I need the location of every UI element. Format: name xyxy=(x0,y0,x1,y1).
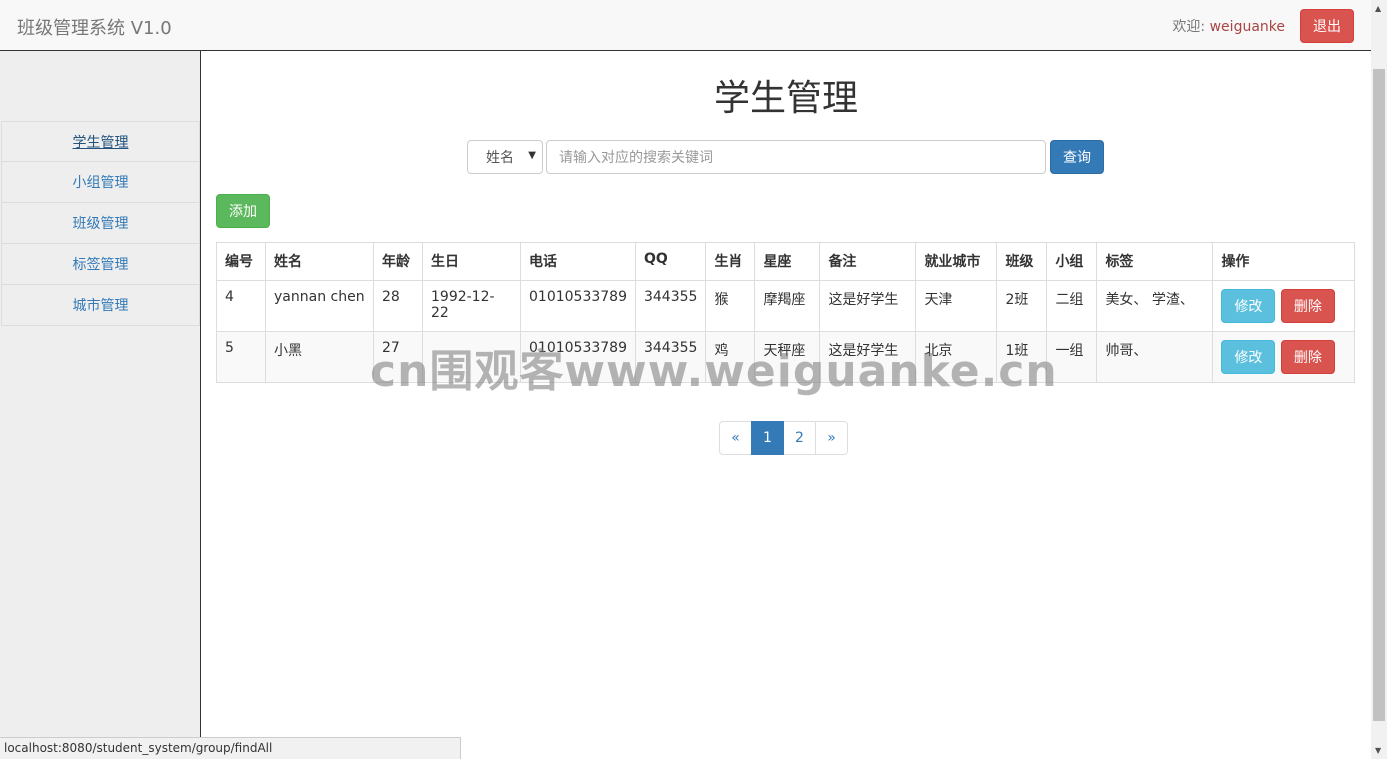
cell-constellation: 摩羯座 xyxy=(754,280,821,332)
table-row: 4 yannan chen 28 1992-12-22 01010533789 … xyxy=(216,280,1355,332)
cell-qq: 344355 xyxy=(634,331,707,383)
nav-right: 欢迎: weiguanke 退出 xyxy=(1172,9,1354,43)
cell-age: 28 xyxy=(373,280,423,332)
col-group: 小组 xyxy=(1046,242,1098,281)
sidebar: 学生管理 小组管理 班级管理 标签管理 城市管理 xyxy=(0,51,201,759)
cell-note: 这是好学生 xyxy=(819,331,917,383)
cell-age: 27 xyxy=(373,331,423,383)
cell-birthday xyxy=(422,331,521,383)
col-name: 姓名 xyxy=(265,242,374,281)
sidebar-menu: 学生管理 小组管理 班级管理 标签管理 城市管理 xyxy=(1,121,200,326)
col-age: 年龄 xyxy=(373,242,423,281)
pagination: « 1 2 » xyxy=(719,421,848,455)
scrollbar-top: ▲ xyxy=(1371,0,1387,51)
sidebar-item-classes[interactable]: 班级管理 xyxy=(1,203,200,244)
cell-group: 二组 xyxy=(1046,280,1098,332)
edit-button[interactable]: 修改 xyxy=(1221,289,1276,323)
app-brand[interactable]: 班级管理系统 V1.0 xyxy=(17,14,172,40)
sidebar-item-students[interactable]: 学生管理 xyxy=(1,121,200,162)
username: weiguanke xyxy=(1209,19,1285,35)
sidebar-item-cities[interactable]: 城市管理 xyxy=(1,285,200,326)
cell-phone: 01010533789 xyxy=(520,331,636,383)
cell-name: yannan chen xyxy=(265,280,374,332)
delete-button[interactable]: 删除 xyxy=(1280,289,1335,323)
cell-name: 小黑 xyxy=(265,331,374,383)
col-constellation: 星座 xyxy=(754,242,821,281)
search-input[interactable]: 请输入对应的搜索关键词 xyxy=(546,140,1046,174)
scroll-down-icon[interactable]: ▼ xyxy=(1375,746,1381,755)
cell-tags: 帅哥、 xyxy=(1096,331,1214,383)
cell-zodiac: 猴 xyxy=(705,280,756,332)
sidebar-item-groups[interactable]: 小组管理 xyxy=(1,162,200,203)
cell-tags: 美女、 学渣、 xyxy=(1096,280,1214,332)
cell-class: 2班 xyxy=(996,280,1048,332)
logout-button[interactable]: 退出 xyxy=(1300,9,1354,43)
sidebar-item-tags[interactable]: 标签管理 xyxy=(1,244,200,285)
status-bar: localhost:8080/student_system/group/find… xyxy=(0,737,461,759)
page-2[interactable]: 2 xyxy=(783,421,816,455)
page-prev[interactable]: « xyxy=(719,421,752,455)
cell-city: 天津 xyxy=(915,280,998,332)
table-row: 5 小黑 27 01010533789 344355 鸡 天秤座 这是好学生 北… xyxy=(216,331,1355,383)
cell-zodiac: 鸡 xyxy=(705,331,756,383)
search-bar: 姓名 ▼ 请输入对应的搜索关键词 查询 xyxy=(467,140,1104,174)
cell-actions: 修改 删除 xyxy=(1212,331,1355,383)
col-actions: 操作 xyxy=(1212,242,1355,281)
search-field-value: 姓名 xyxy=(486,150,514,166)
cell-constellation: 天秤座 xyxy=(754,331,821,383)
cell-id: 5 xyxy=(216,331,266,383)
col-phone: 电话 xyxy=(520,242,636,281)
search-button[interactable]: 查询 xyxy=(1050,140,1104,174)
main-content: 学生管理 姓名 ▼ 请输入对应的搜索关键词 查询 添加 编号 姓名 年龄 生日 … xyxy=(201,51,1371,759)
col-tags: 标签 xyxy=(1096,242,1214,281)
table-header-row: 编号 姓名 年龄 生日 电话 QQ 生肖 星座 备注 就业城市 班级 小组 标签… xyxy=(216,242,1355,281)
col-birthday: 生日 xyxy=(422,242,521,281)
vertical-scrollbar[interactable]: ▼ xyxy=(1371,51,1387,759)
cell-birthday: 1992-12-22 xyxy=(422,280,521,332)
scroll-thumb[interactable] xyxy=(1373,69,1385,721)
cell-id: 4 xyxy=(216,280,266,332)
col-qq: QQ xyxy=(634,242,707,281)
cell-note: 这是好学生 xyxy=(819,280,917,332)
page-1[interactable]: 1 xyxy=(751,421,784,455)
navbar: 班级管理系统 V1.0 欢迎: weiguanke 退出 xyxy=(0,0,1371,51)
cell-class: 1班 xyxy=(996,331,1048,383)
col-note: 备注 xyxy=(819,242,917,281)
welcome-text: 欢迎: weiguanke xyxy=(1172,16,1285,36)
page-title: 学生管理 xyxy=(713,78,858,119)
col-id: 编号 xyxy=(216,242,266,281)
col-class: 班级 xyxy=(996,242,1048,281)
cell-city: 北京 xyxy=(915,331,998,383)
col-city: 就业城市 xyxy=(915,242,998,281)
scroll-up-icon[interactable]: ▲ xyxy=(1375,4,1381,13)
cell-actions: 修改 删除 xyxy=(1212,280,1355,332)
edit-button[interactable]: 修改 xyxy=(1221,340,1276,374)
col-zodiac: 生肖 xyxy=(705,242,756,281)
students-table: 编号 姓名 年龄 生日 电话 QQ 生肖 星座 备注 就业城市 班级 小组 标签… xyxy=(216,242,1355,383)
delete-button[interactable]: 删除 xyxy=(1280,340,1335,374)
cell-phone: 01010533789 xyxy=(520,280,636,332)
add-button[interactable]: 添加 xyxy=(216,194,270,228)
search-field-select[interactable]: 姓名 ▼ xyxy=(467,140,543,174)
page-next[interactable]: » xyxy=(815,421,848,455)
welcome-prefix: 欢迎: xyxy=(1172,19,1210,35)
cell-group: 一组 xyxy=(1046,331,1098,383)
caret-down-icon: ▼ xyxy=(528,150,536,161)
cell-qq: 344355 xyxy=(634,280,707,332)
